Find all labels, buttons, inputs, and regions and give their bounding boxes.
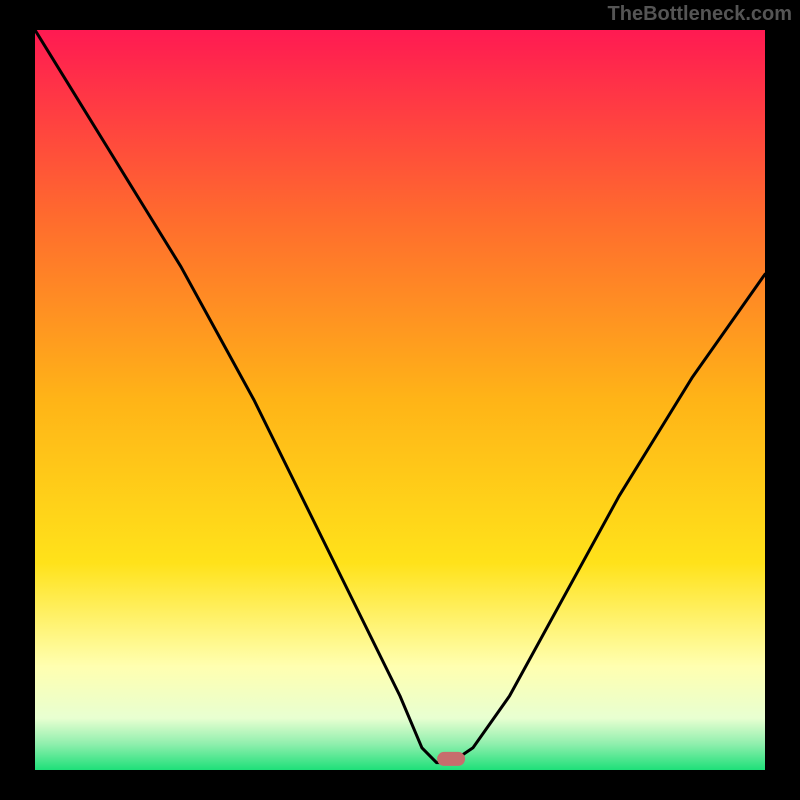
chart-svg bbox=[35, 30, 765, 770]
plot-area bbox=[35, 30, 765, 770]
chart-container: TheBottleneck.com bbox=[0, 0, 800, 800]
watermark-text: TheBottleneck.com bbox=[608, 3, 792, 26]
